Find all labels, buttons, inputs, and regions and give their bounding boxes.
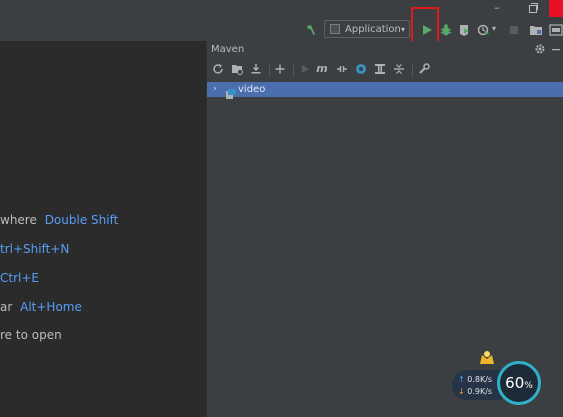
upload-unit: K/s [479,375,493,384]
chevron-down-icon: ▾ [400,25,405,34]
download-unit: K/s [479,387,493,396]
usage-percent: 60% [500,375,538,394]
collapse-all-icon[interactable] [393,63,405,75]
gear-icon[interactable] [534,43,546,55]
show-dependencies-icon[interactable] [374,63,386,75]
hide-icon[interactable] [550,43,562,55]
toolbar-separator [269,63,270,77]
recent-files-hint: Ctrl+E [0,271,39,285]
hint-text: re to open [0,328,62,342]
run-configuration-label: Application [345,24,401,35]
maven-project-label: video [238,84,266,95]
execute-maven-goal-icon[interactable]: m [316,63,328,75]
stop-icon[interactable] [507,22,521,36]
drop-files-hint: re to open [0,328,62,342]
reload-icon[interactable] [212,63,224,75]
run-with-coverage-icon[interactable] [458,22,472,36]
download-value: 0.9 [467,387,480,396]
usage-percent-value: 60 [505,374,525,392]
toolbar-separator [412,63,413,77]
search-everywhere-hint: where Double Shift [0,213,118,227]
hint-shortcut: Alt+Home [20,300,82,314]
close-button[interactable] [549,0,563,17]
memory-usage-gauge[interactable]: 60% [497,361,541,405]
maven-module-icon [226,84,236,99]
download-speed: ↓ 0.9K/s [458,387,492,397]
run-configuration-selector[interactable]: Application ▾ [324,20,410,38]
maven-header: Maven [207,41,563,58]
network-speed-widget[interactable]: ↑ 0.8K/s ↓ 0.9K/s [452,370,502,400]
maven-toolbar: m [207,58,563,83]
layout-icon[interactable] [549,22,563,36]
navigation-bar-hint: ar Alt+Home [0,300,82,314]
profile-icon[interactable] [477,22,491,36]
maven-title: Maven [211,44,245,55]
toolbar-separator [293,63,294,77]
upload-arrow-icon: ↑ [458,375,465,384]
maven-settings-wrench-icon[interactable] [418,63,430,75]
download-icon[interactable] [250,63,262,75]
add-icon[interactable] [274,63,286,75]
hint-text: ar [0,300,13,314]
build-hammer-icon[interactable] [304,22,318,36]
debug-icon[interactable] [439,22,453,36]
restore-button[interactable] [527,2,539,14]
hint-text: where [0,213,37,227]
skip-tests-icon[interactable] [355,63,367,75]
chevron-down-icon[interactable]: ▾ [492,22,506,36]
speed-badge-icon[interactable] [478,350,496,366]
title-bar: – [0,0,563,17]
run-maven-build-icon[interactable] [299,63,311,75]
usage-percent-sign: % [524,381,533,391]
upload-value: 0.8 [467,375,480,384]
application-config-icon [330,24,340,34]
project-structure-icon[interactable] [529,22,543,36]
generate-sources-icon[interactable] [231,63,243,75]
maven-tool-window: Maven m › video [207,41,563,417]
hint-shortcut: Double Shift [44,213,119,227]
toggle-offline-mode-icon[interactable] [336,63,348,75]
editor-empty-area: where Double Shift trl+Shift+N Ctrl+E ar… [0,41,206,417]
main-toolbar: Application ▾ ▾ [0,17,563,42]
maven-project-row[interactable]: › video [207,82,563,99]
download-arrow-icon: ↓ [458,387,465,396]
expand-arrow-icon[interactable]: › [213,83,217,96]
hint-shortcut: trl+Shift+N [0,242,70,256]
hint-shortcut: Ctrl+E [0,271,39,285]
go-to-file-hint: trl+Shift+N [0,242,69,256]
minimize-button[interactable]: – [491,2,503,14]
upload-speed: ↑ 0.8K/s [458,375,492,385]
